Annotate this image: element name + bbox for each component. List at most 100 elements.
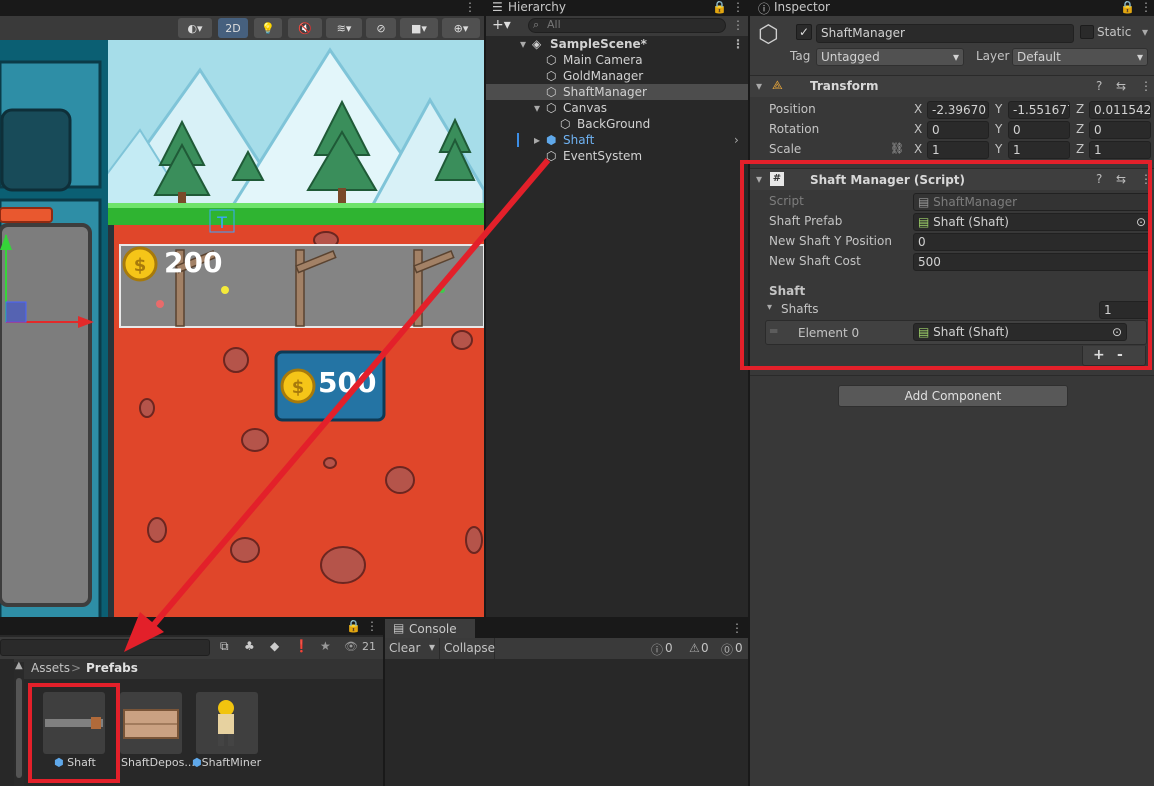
toggle-2d-button[interactable]: 2D — [218, 18, 248, 38]
scale-y-field[interactable]: 1 — [1008, 141, 1070, 159]
tree-item-goldmanager[interactable]: ⬡ GoldManager — [486, 68, 748, 84]
hierarchy-toolbar: +▾ ⌕ All ⋮ — [486, 16, 748, 36]
error-count[interactable]: 0 — [735, 641, 743, 655]
lock-icon[interactable]: 🔒 — [1120, 0, 1135, 14]
static-checkbox[interactable] — [1080, 25, 1094, 39]
tree-item-label: Canvas — [563, 101, 608, 115]
expand-arrow-icon[interactable]: ▾ — [520, 36, 526, 52]
project-toolbar: ⧉ ♣ ◆ ❗ ★ 👁 21 — [0, 637, 383, 659]
add-object-icon[interactable]: +▾ — [492, 17, 511, 33]
expand-arrow-icon[interactable]: ▾ — [534, 100, 540, 116]
lock-icon[interactable]: 🔒 — [346, 619, 361, 633]
camera-icon[interactable]: ■▾ — [400, 18, 438, 38]
tree-item-scene[interactable]: ▾ ◈ SampleScene* ⋮ — [486, 36, 748, 52]
active-checkbox[interactable]: ✓ — [796, 24, 812, 40]
tag-dropdown[interactable]: Untagged ▾ — [816, 48, 964, 66]
tag-icon[interactable]: ◆ — [270, 639, 279, 653]
gameobject-cube-icon: ⬡ — [546, 53, 557, 67]
rotation-label: Rotation — [769, 122, 820, 136]
asset-shaft-miner[interactable] — [196, 692, 258, 754]
shaft-deposit-thumbnail — [123, 709, 179, 739]
more-options-icon[interactable]: ⋮ — [731, 621, 743, 635]
collapse-arrow-icon[interactable]: ▾ — [756, 79, 762, 93]
inspector-panel: ⓘ Inspector 🔒 ⋮ ⬡ ✓ ShaftManager Static … — [750, 0, 1154, 786]
render-mode-icon[interactable]: ◐▾ — [178, 18, 212, 38]
prefab-cube-icon: ⬢ — [546, 133, 557, 147]
rotation-y-field[interactable]: 0 — [1008, 121, 1070, 139]
tree-item-label: SampleScene* — [550, 37, 647, 51]
more-options-icon[interactable]: ⋮ — [1140, 79, 1152, 93]
console-tab-label: Console — [409, 622, 457, 636]
star-icon[interactable]: ★ — [320, 639, 331, 653]
add-component-button[interactable]: Add Component — [838, 385, 1068, 407]
warning-count[interactable]: 0 — [701, 641, 709, 655]
hidden-objects-icon[interactable]: ⊘ — [366, 18, 396, 38]
chevron-down-icon[interactable]: ▾ — [429, 640, 435, 654]
audio-icon[interactable]: 🔇 — [288, 18, 322, 38]
highlight-box-script-component — [740, 160, 1152, 370]
console-tab[interactable]: ▤ Console — [385, 619, 475, 638]
scroll-up-icon[interactable]: ▲ — [15, 660, 23, 671]
more-options-icon[interactable]: ⋮ — [732, 36, 744, 52]
scrollbar-thumb[interactable] — [16, 678, 22, 778]
chevron-right-icon[interactable]: › — [734, 132, 739, 148]
position-z-field[interactable]: 0.011542 — [1089, 101, 1151, 119]
axis-y-label: Y — [995, 122, 1003, 136]
hierarchy-search-input[interactable]: ⌕ All — [528, 18, 726, 33]
gizmos-icon[interactable]: ⊕▾ — [442, 18, 480, 38]
layer-dropdown[interactable]: Default ▾ — [1012, 48, 1148, 66]
svg-text:T: T — [216, 213, 227, 232]
lighting-icon[interactable]: 💡 — [254, 18, 282, 38]
tree-item-shaftmanager[interactable]: ⬡ ShaftManager — [486, 84, 748, 100]
help-icon[interactable]: ? — [1096, 79, 1102, 93]
collapse-label: Collapse — [444, 641, 495, 655]
tree-item-label: Shaft — [563, 133, 595, 147]
axis-x-label: X — [914, 122, 923, 136]
object-name-field[interactable]: ShaftManager — [816, 24, 1074, 43]
expand-arrow-icon[interactable]: ▸ — [534, 132, 540, 148]
rotation-z-field[interactable]: 0 — [1089, 121, 1151, 139]
buy-shaft-cost-label: 500 — [318, 366, 377, 399]
tree-item-shaft-prefab[interactable]: ▸ ⬢ Shaft › — [486, 132, 748, 148]
scene-canvas[interactable]: $ $ T 200 500 — [0, 40, 484, 617]
breadcrumb-assets[interactable]: Assets — [31, 661, 70, 675]
presets-icon[interactable]: ⇆ — [1116, 79, 1126, 93]
asset-count: 21 — [362, 640, 376, 653]
collapse-button[interactable]: Collapse — [439, 638, 495, 659]
effects-icon[interactable]: ≋▾ — [326, 18, 362, 38]
clear-button[interactable]: Clear — [389, 641, 420, 655]
scrollbar[interactable]: ▲ — [14, 660, 24, 786]
tree-item-eventsystem[interactable]: ⬡ EventSystem — [486, 148, 748, 164]
tree-item-canvas[interactable]: ▾ ⬡ Canvas — [486, 100, 748, 116]
scale-x-field[interactable]: 1 — [927, 141, 989, 159]
visibility-icon[interactable]: 👁 — [344, 640, 358, 653]
axis-y-label: Y — [995, 142, 1003, 156]
scene-toolbar: ◐▾ 2D 💡 🔇 ≋▾ ⊘ ■▾ ⊕▾ — [0, 16, 484, 40]
more-options-icon[interactable]: ⋮ — [464, 0, 476, 14]
position-x-field[interactable]: -2.39670 — [927, 101, 989, 119]
rotation-x-field[interactable]: 0 — [927, 121, 989, 139]
breadcrumb-prefabs[interactable]: Prefabs — [86, 661, 138, 675]
link-scale-icon[interactable]: ⛓ — [890, 142, 904, 155]
lock-icon[interactable]: 🔒 — [712, 0, 727, 14]
filter-label-icon[interactable]: ♣ — [244, 639, 255, 653]
more-options-icon[interactable]: ⋮ — [1140, 0, 1152, 14]
more-options-icon[interactable]: ⋮ — [366, 619, 378, 633]
position-y-field[interactable]: -1.551677 — [1008, 101, 1070, 119]
project-search-input[interactable] — [0, 639, 210, 656]
asset-shaft-deposit[interactable] — [120, 692, 182, 754]
info-count[interactable]: 0 — [665, 641, 673, 655]
more-options-icon[interactable]: ⋮ — [732, 0, 744, 14]
tree-item-label: Main Camera — [563, 53, 643, 67]
scale-z-field[interactable]: 1 — [1089, 141, 1151, 159]
tree-item-background[interactable]: ⬡ BackGround — [486, 116, 748, 132]
hierarchy-tab[interactable]: Hierarchy — [508, 0, 566, 14]
chevron-down-icon[interactable]: ▾ — [1142, 25, 1148, 39]
warning-icon[interactable]: ❗ — [294, 639, 309, 653]
transform-header[interactable]: ▾ ⟁ Transform ? ⇆ ⋮ — [750, 75, 1154, 97]
tree-item-main-camera[interactable]: ⬡ Main Camera — [486, 52, 748, 68]
more-options-icon[interactable]: ⋮ — [732, 18, 744, 32]
tag-label: Tag — [790, 49, 811, 63]
inspector-tab[interactable]: Inspector — [774, 0, 830, 14]
filter-type-icon[interactable]: ⧉ — [220, 639, 229, 654]
